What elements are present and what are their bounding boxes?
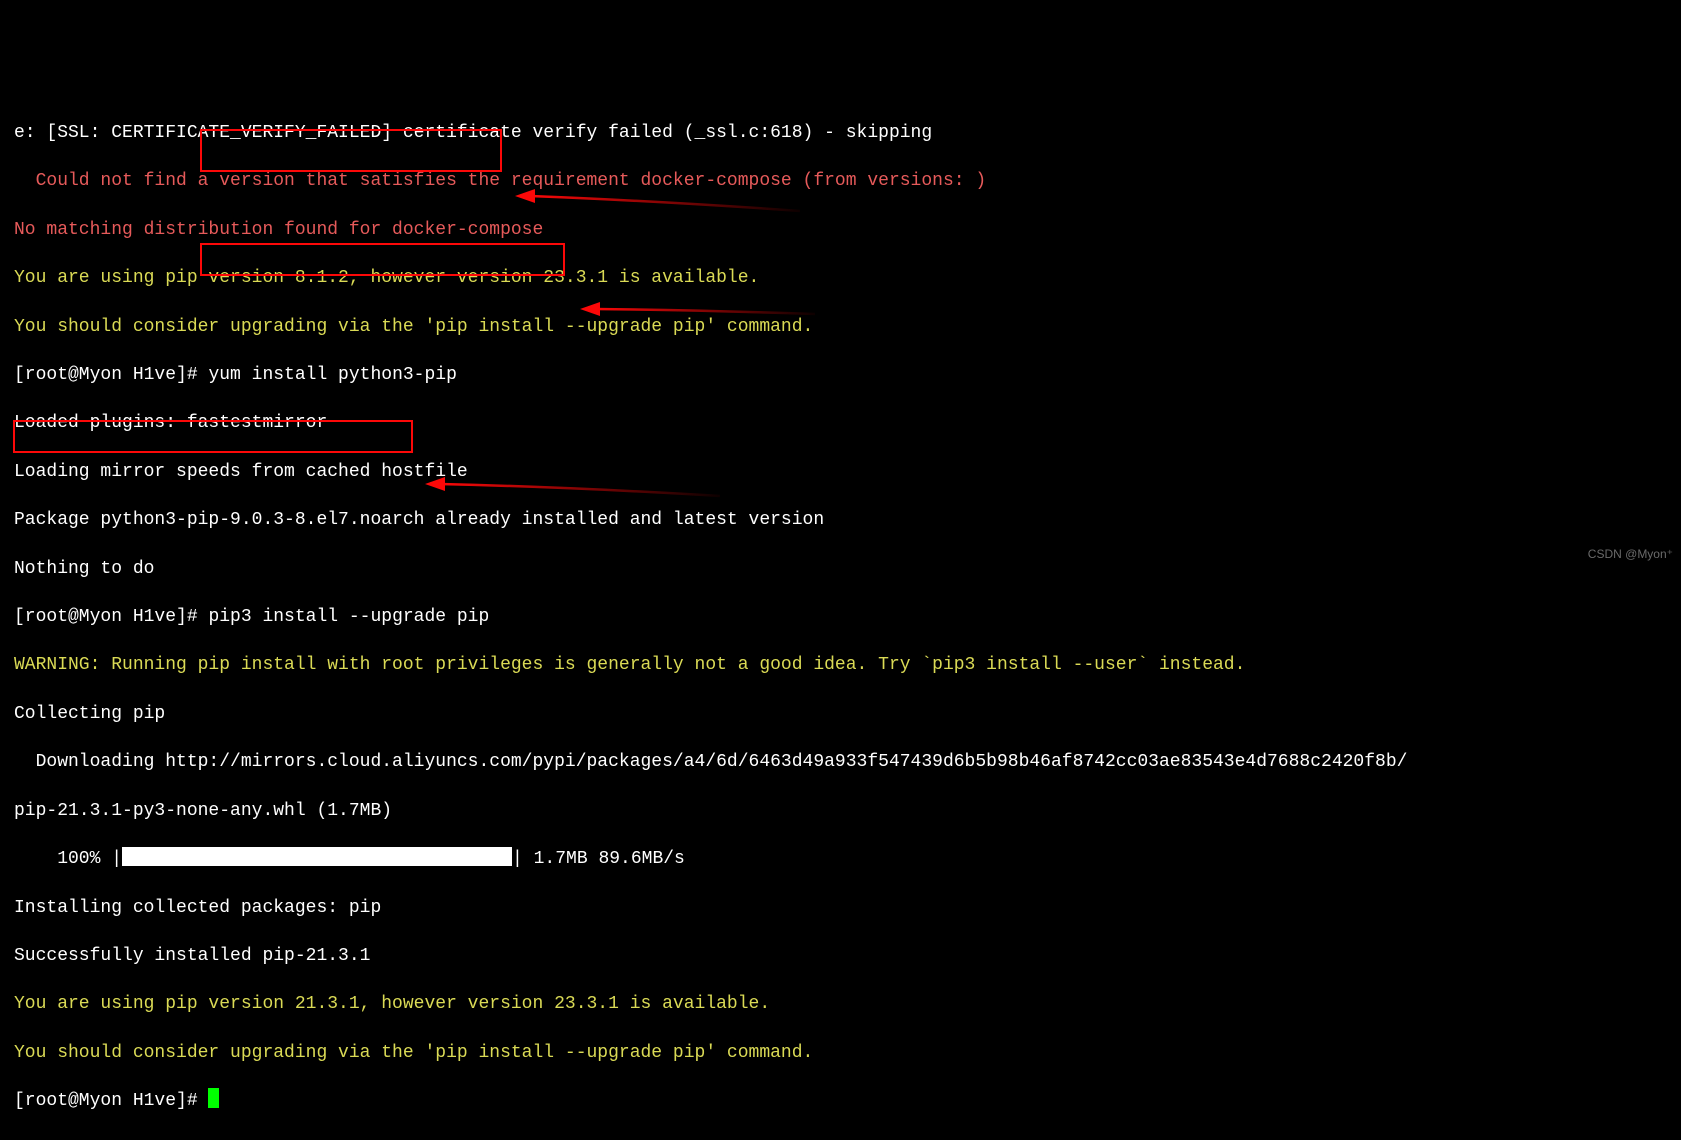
out-nothing-to-do: Nothing to do — [14, 559, 154, 579]
out-success: Successfully installed pip-21.3.1 — [14, 946, 370, 966]
out-loading-mirror: Loading mirror speeds from cached hostfi… — [14, 462, 468, 482]
warn-line-3: You are using pip version 21.3.1, howeve… — [14, 994, 770, 1014]
out-downloading: Downloading http://mirrors.cloud.aliyunc… — [14, 752, 1407, 772]
out-progress-speed: | 1.7MB 89.6MB/s — [512, 849, 685, 869]
terminal-output: e: [SSL: CERTIFICATE_VERIFY_FAILED] cert… — [14, 97, 1681, 1138]
command-pip3-install[interactable]: pip3 install --upgrade pip — [208, 607, 489, 627]
err-version-line: Could not find a version that satisfies … — [14, 171, 986, 191]
warn-root-priv: WARNING: Running pip install with root p… — [14, 655, 1245, 675]
out-package-installed: Package python3-pip-9.0.3-8.el7.noarch a… — [14, 510, 824, 530]
err-nomatch-line: No matching distribution found for docke… — [14, 220, 543, 240]
out-collecting-pip: Collecting pip — [14, 704, 165, 724]
command-yum-install[interactable]: yum install python3-pip — [208, 365, 456, 385]
warn-line-4: You should consider upgrading via the 'p… — [14, 1043, 813, 1063]
out-wheel-name: pip-21.3.1-py3-none-any.whl (1.7MB) — [14, 801, 392, 821]
cursor[interactable] — [208, 1088, 219, 1108]
warn-line-2: You should consider upgrading via the 'p… — [14, 317, 813, 337]
prompt-3: [root@Myon H1ve]# — [14, 1091, 208, 1111]
warn-line-1: You are using pip version 8.1.2, however… — [14, 268, 759, 288]
progress-bar — [122, 847, 512, 866]
watermark: CSDN @Myon⁺ — [1588, 542, 1673, 566]
out-loaded-plugins: Loaded plugins: fastestmirror — [14, 413, 327, 433]
prompt-2: [root@Myon H1ve]# — [14, 607, 208, 627]
prompt-1: [root@Myon H1ve]# — [14, 365, 208, 385]
out-progress-pct: 100% | — [14, 849, 122, 869]
err-line: e: [SSL: CERTIFICATE_VERIFY_FAILED] cert… — [14, 123, 932, 143]
out-installing-collected: Installing collected packages: pip — [14, 898, 381, 918]
